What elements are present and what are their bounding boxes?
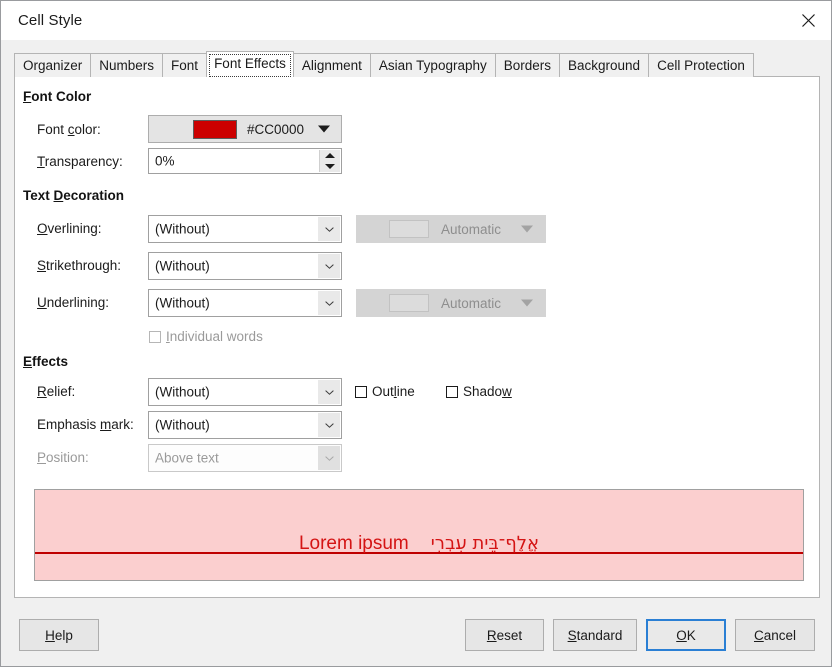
ok-button-label: OK xyxy=(676,627,696,643)
overlining-value: (Without) xyxy=(155,221,210,237)
strikethrough-dropdown-button[interactable] xyxy=(318,254,340,278)
checkbox-box xyxy=(355,385,367,398)
font-color-value: #CC0000 xyxy=(247,121,305,137)
strikethrough-label: Strikethrough: xyxy=(37,258,122,273)
font-color-group-title-rest: ont Color xyxy=(31,89,92,104)
emphasis-mark-value: (Without) xyxy=(155,417,210,433)
tab-font-effects[interactable]: Font Effects xyxy=(206,51,294,77)
underlining-value: (Without) xyxy=(155,295,210,311)
tab-numbers[interactable]: Numbers xyxy=(90,53,164,77)
individual-words-label: Individual words xyxy=(166,329,263,344)
preview-latin-text: Lorem ipsum xyxy=(298,533,409,554)
dialog-title: Cell Style xyxy=(18,12,83,29)
triangle-down-icon xyxy=(325,164,335,169)
text-decoration-group-title: Text Decoration xyxy=(23,188,125,203)
shadow-checkbox[interactable]: Shadow xyxy=(446,384,512,399)
underlining-dropdown[interactable]: (Without) xyxy=(148,289,342,317)
transparency-value: 0% xyxy=(155,153,175,169)
tab-strip: Organizer Numbers Font Font Effects Alig… xyxy=(14,51,754,77)
reset-button[interactable]: Reset xyxy=(465,619,544,651)
strikethrough-dropdown[interactable]: (Without) xyxy=(148,252,342,280)
preview-hebrew-text: אֱלֶף־בֵּית עִבְרִי xyxy=(430,533,540,554)
tab-font[interactable]: Font xyxy=(162,53,208,77)
tab-alignment[interactable]: Alignment xyxy=(292,53,371,77)
font-color-group-title: Font Color xyxy=(23,89,92,104)
style-preview: Lorem ipsum אֱלֶף־בֵּית עִבְרִי xyxy=(34,489,804,581)
underlining-dropdown-button[interactable] xyxy=(318,291,340,315)
outline-checkbox[interactable]: Outline xyxy=(355,384,415,399)
chevron-down-icon xyxy=(324,455,334,461)
shadow-label: Shadow xyxy=(463,384,512,399)
chevron-down-icon xyxy=(318,125,330,133)
cancel-button[interactable]: Cancel xyxy=(735,619,815,651)
spinner-up-button[interactable] xyxy=(320,150,340,161)
triangle-up-icon xyxy=(325,153,335,158)
chevron-down-icon xyxy=(324,226,334,232)
underlining-color-dropdown: Automatic xyxy=(356,289,546,317)
standard-button-label: Standard xyxy=(567,627,623,643)
tab-asian-typography[interactable]: Asian Typography xyxy=(369,53,496,77)
ok-button[interactable]: OK xyxy=(646,619,726,651)
position-label: Position: xyxy=(37,450,89,465)
checkbox-box xyxy=(446,385,458,398)
relief-value: (Without) xyxy=(155,384,210,400)
font-color-swatch xyxy=(193,119,237,139)
position-value: Above text xyxy=(155,450,219,466)
spinner-down-button[interactable] xyxy=(320,161,340,172)
outline-label: Outline xyxy=(372,384,415,399)
overlining-color-dropdown: Automatic xyxy=(356,215,546,243)
font-color-label: Font color: xyxy=(37,122,101,137)
help-button-label: Help xyxy=(45,627,73,643)
font-color-dropdown[interactable]: #CC0000 xyxy=(148,115,342,143)
tab-organizer[interactable]: Organizer xyxy=(14,53,92,77)
cancel-button-label: Cancel xyxy=(753,627,797,643)
underlining-color-value: Automatic xyxy=(441,295,502,311)
emphasis-mark-dropdown-button[interactable] xyxy=(318,413,340,437)
underlining-color-swatch xyxy=(389,294,429,312)
tab-borders[interactable]: Borders xyxy=(494,53,561,77)
emphasis-mark-dropdown[interactable]: (Without) xyxy=(148,411,342,439)
strikethrough-value: (Without) xyxy=(155,258,210,274)
tab-cell-protection[interactable]: Cell Protection xyxy=(648,53,754,77)
chevron-down-icon xyxy=(521,225,533,233)
checkbox-box xyxy=(149,330,161,343)
relief-dropdown[interactable]: (Without) xyxy=(148,378,342,406)
overlining-color-swatch xyxy=(389,220,429,238)
transparency-label: Transparency: xyxy=(37,154,123,169)
overlining-label: Overlining: xyxy=(37,221,102,236)
preview-text: Lorem ipsum אֱלֶף־בֵּית עִבְרִי xyxy=(35,534,803,553)
overlining-color-value: Automatic xyxy=(441,221,502,237)
tab-background[interactable]: Background xyxy=(559,53,650,77)
overlining-dropdown[interactable]: (Without) xyxy=(148,215,342,243)
transparency-spin-buttons xyxy=(319,150,340,172)
emphasis-mark-label: Emphasis mark: xyxy=(37,417,134,432)
chevron-down-icon xyxy=(324,263,334,269)
chevron-down-icon xyxy=(324,422,334,428)
help-button[interactable]: Help xyxy=(19,619,99,651)
cell-style-dialog: Cell Style Organizer Numbers Font Font E… xyxy=(0,0,832,667)
position-dropdown: Above text xyxy=(148,444,342,472)
reset-button-label: Reset xyxy=(486,627,523,643)
transparency-spinner[interactable]: 0% xyxy=(148,148,342,174)
close-icon[interactable] xyxy=(785,1,831,39)
relief-dropdown-button[interactable] xyxy=(318,380,340,404)
chevron-down-icon xyxy=(324,300,334,306)
standard-button[interactable]: Standard xyxy=(553,619,637,651)
chevron-down-icon xyxy=(324,389,334,395)
overlining-dropdown-button[interactable] xyxy=(318,217,340,241)
position-dropdown-button xyxy=(318,446,340,470)
underlining-label: Underlining: xyxy=(37,295,110,310)
relief-label: Relief: xyxy=(37,384,76,399)
dialog-titlebar: Cell Style xyxy=(1,1,831,40)
effects-group-title: Effects xyxy=(23,354,69,369)
chevron-down-icon xyxy=(521,299,533,307)
individual-words-checkbox: Individual words xyxy=(149,329,263,344)
